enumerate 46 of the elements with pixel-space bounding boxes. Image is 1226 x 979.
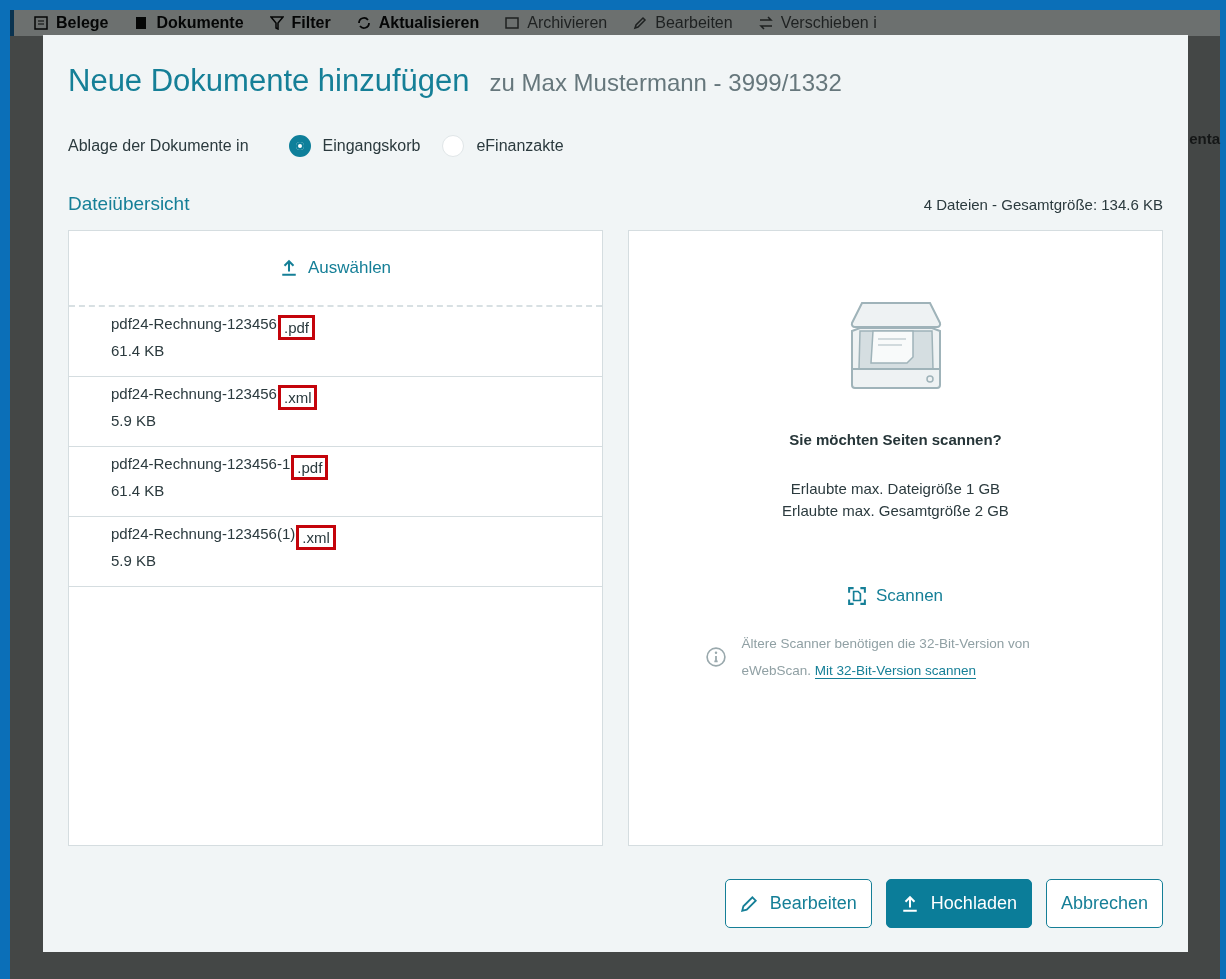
radio-option[interactable]: Eingangskorb: [288, 135, 421, 157]
upload-icon: [279, 259, 298, 277]
file-name: pdf24-Rechnung-123456: [111, 315, 277, 332]
dialog-subtitle: zu Max Mustermann - 3999/1332: [489, 69, 842, 97]
dialog-title: Neue Dokumente hinzufügen: [68, 63, 470, 99]
file-name: pdf24-Rechnung-123456: [111, 385, 277, 402]
pencil-icon: [739, 894, 758, 913]
cancel-button[interactable]: Abbrechen: [1045, 879, 1163, 928]
storage-label: Ablage der Dokumente in: [68, 137, 249, 155]
upload-button[interactable]: Hochladen: [885, 879, 1032, 928]
scan-32bit-link[interactable]: Mit 32-Bit-Version scannen: [814, 663, 977, 679]
file-summary: 4 Dateien - Gesamtgröße: 134.6 KB: [923, 196, 1163, 213]
filter-icon: [269, 16, 284, 30]
size-limit-text: Erlaubte max. Dateigröße 1 GB: [789, 479, 1002, 499]
file-size: 5.9 KB: [111, 552, 157, 569]
toolbar-button[interactable]: Filter: [269, 14, 331, 32]
file-name: pdf24-Rechnung-123456(1): [111, 525, 296, 542]
document-icon: [134, 16, 149, 30]
scan-heading: Sie möchten Seiten scannen?: [789, 431, 1002, 448]
pencil-icon: [633, 16, 648, 30]
radio-button[interactable]: [288, 135, 311, 157]
size-limit-text: Erlaubte max. Gesamtgröße 2 GB: [782, 501, 1009, 521]
radio-option[interactable]: eFinanzakte: [442, 135, 564, 157]
upload-icon: [900, 894, 919, 913]
toolbar-button[interactable]: Aktualisieren: [356, 14, 480, 32]
file-name: pdf24-Rechnung-123456-1: [111, 455, 291, 472]
scan-icon: [847, 587, 866, 605]
toolbar-button[interactable]: Belege: [34, 14, 109, 32]
file-extension: .xml: [277, 385, 318, 410]
file-extension: .pdf: [277, 315, 315, 340]
scan-button[interactable]: Scannen: [843, 584, 948, 608]
toolbar-button[interactable]: Dokumente: [134, 14, 244, 32]
file-size: 61.4 KB: [111, 482, 165, 499]
list-icon: [34, 16, 48, 30]
section-title: Dateiübersicht: [68, 193, 190, 215]
file-size: 5.9 KB: [111, 412, 157, 429]
select-files-button[interactable]: Auswählen: [275, 256, 396, 280]
file-extension: .pdf: [291, 455, 329, 480]
box-icon: [505, 16, 520, 30]
scanner-note: Ältere Scanner benötigen die 32-Bit-Version von eWebScan. Mit 32-Bit-Version scannen: [741, 635, 1031, 681]
swap-arrows-icon: [758, 16, 773, 30]
file-extension: .xml: [296, 525, 336, 550]
refresh-icon: [356, 16, 371, 30]
edit-button[interactable]: Bearbeiten: [724, 879, 872, 928]
file-size: 61.4 KB: [111, 342, 165, 359]
info-icon: [705, 647, 726, 667]
